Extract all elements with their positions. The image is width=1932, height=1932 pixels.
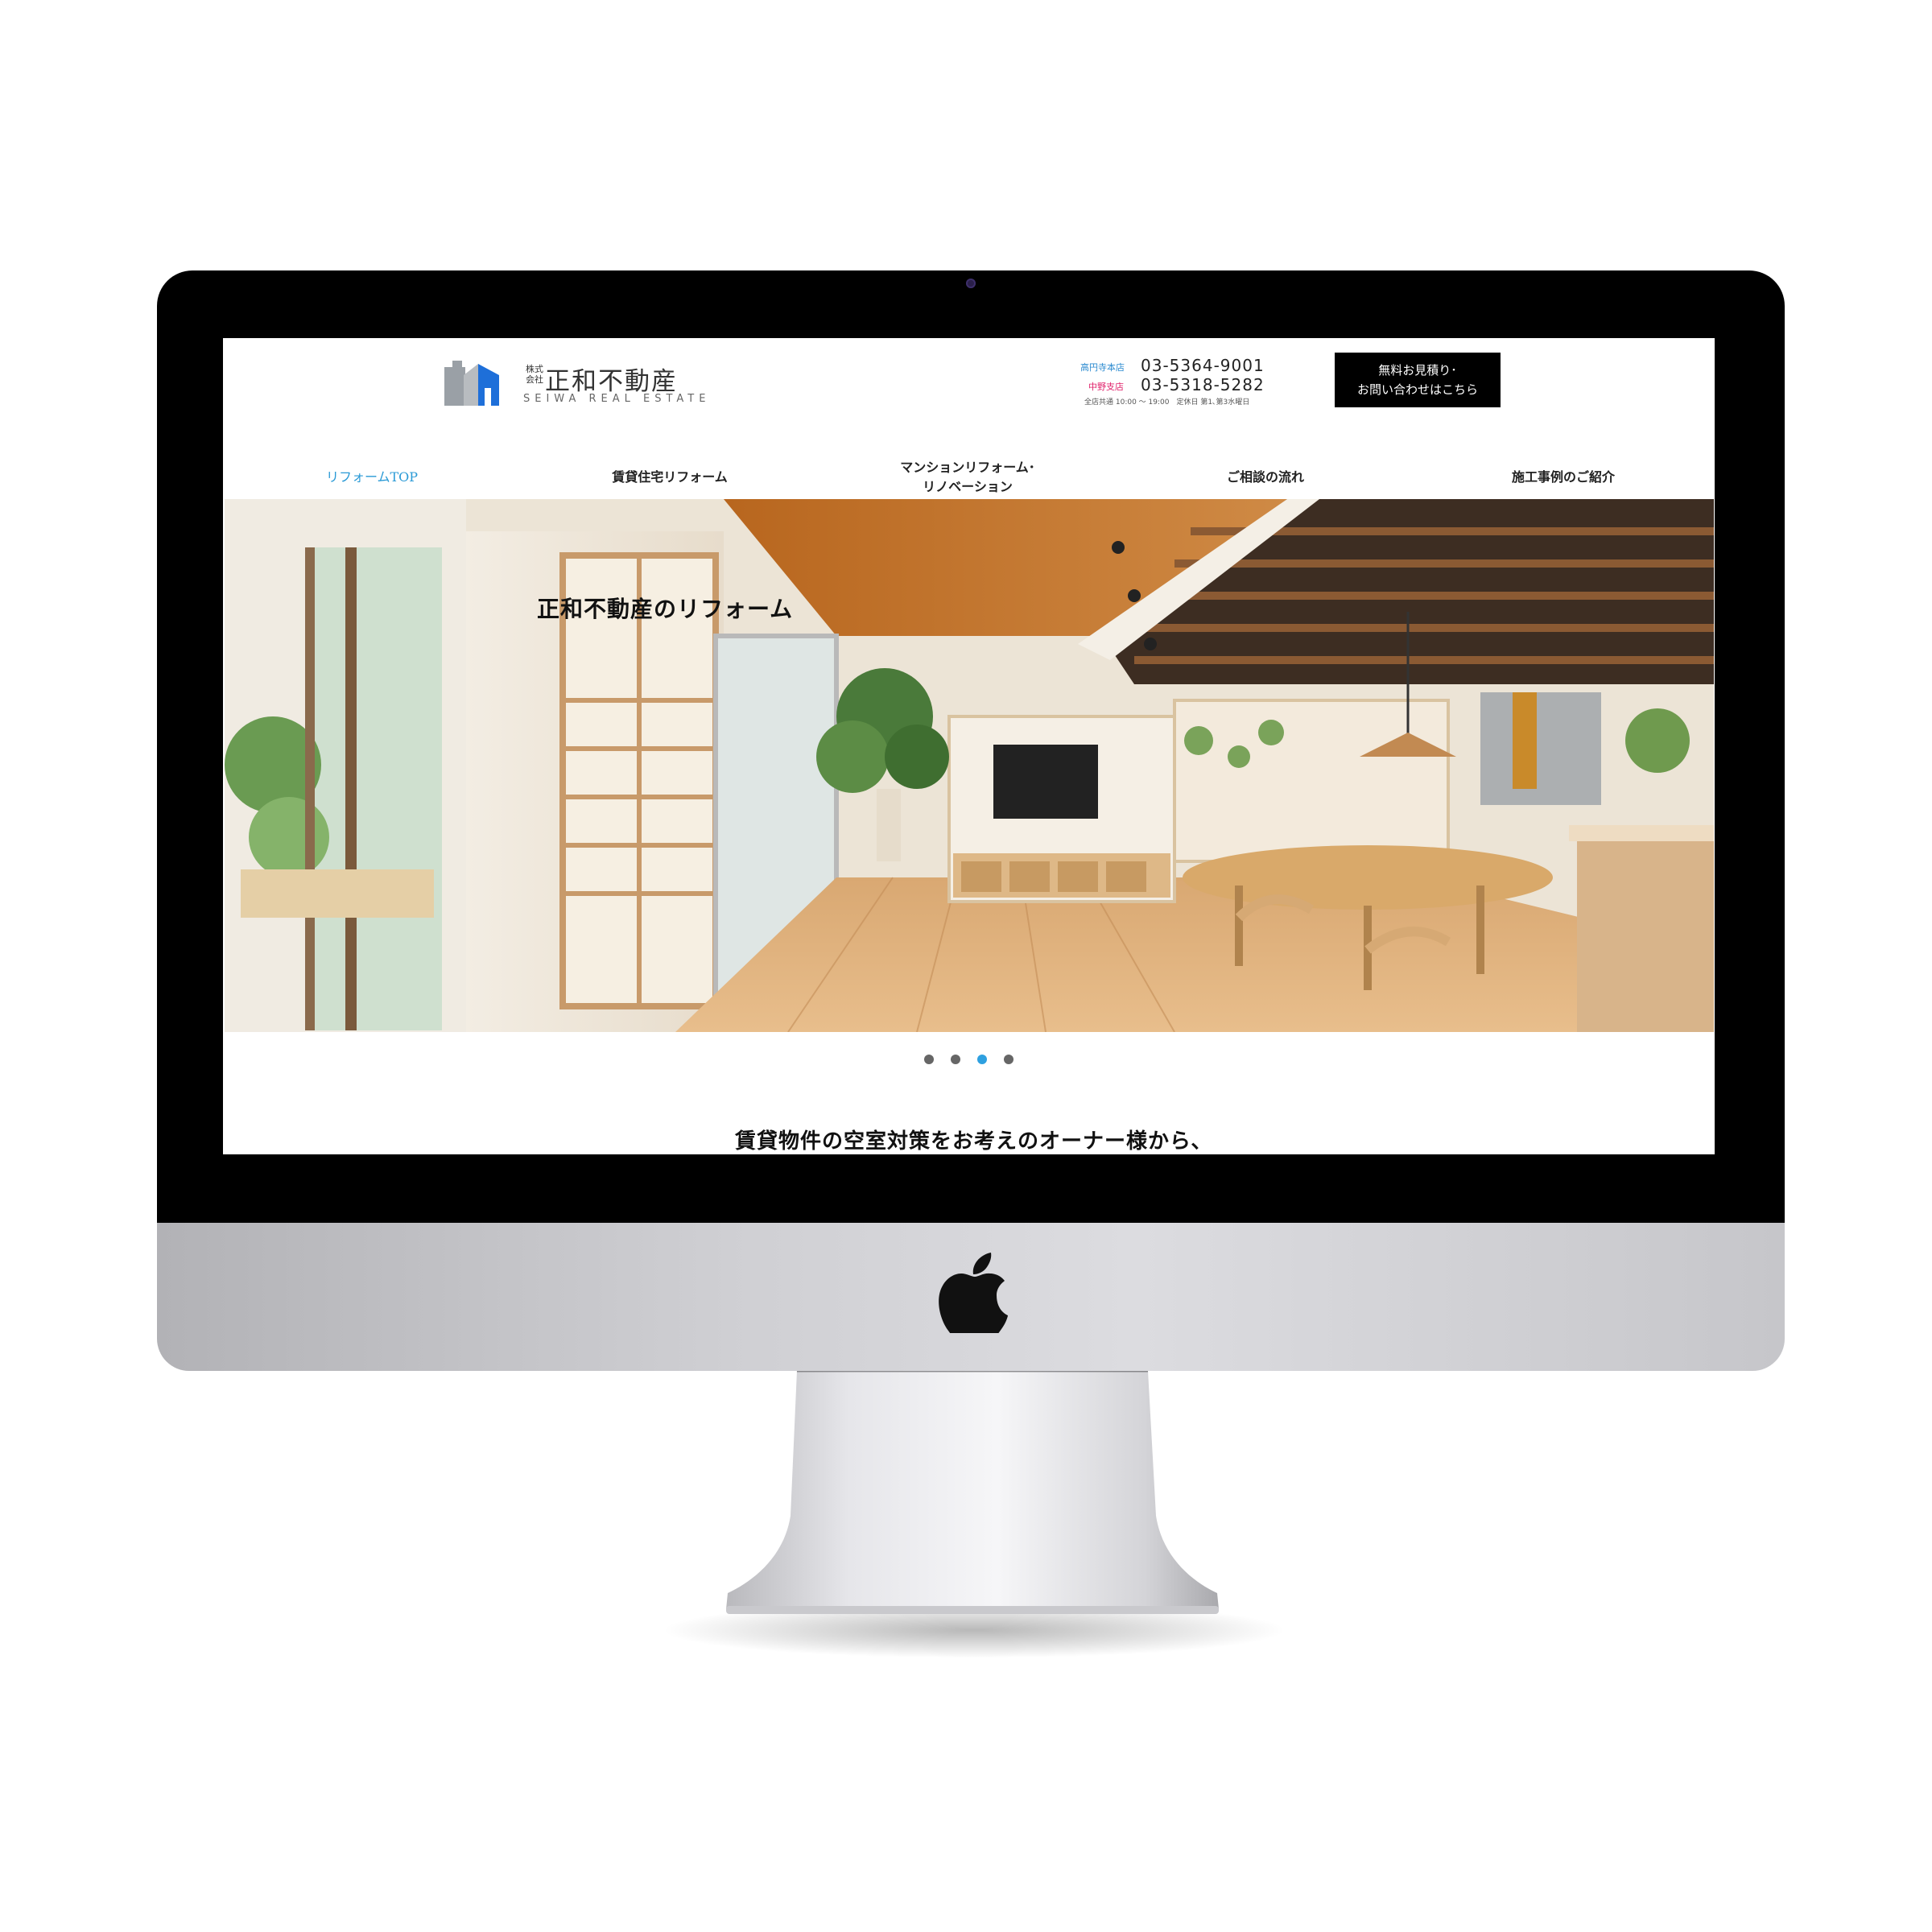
nav-label: リフォームTOP (325, 469, 419, 485)
nav-label-line2: リノベーション (923, 479, 1013, 494)
nav-label: 施工事例のご紹介 (1511, 469, 1615, 485)
nav-item-reform-top[interactable]: リフォームTOP (223, 449, 521, 506)
slider-pagination (223, 1055, 1715, 1067)
nav-item-mansion-reform[interactable]: マンションリフォーム･ リノベーション (819, 449, 1117, 506)
main-nav: リフォームTOP 賃貸住宅リフォーム マンションリフォーム･ リノベーション ご… (223, 449, 1715, 506)
branch-label: 中野支店 (1088, 382, 1124, 392)
branch-row-koenji: 高円寺本店 03-5364-9001 (1080, 356, 1265, 375)
cta-label-line1: 無料お見積り･ (1378, 363, 1457, 378)
business-hours: 全店共通 10:00 〜 19:00 定休日 第1､第3水曜日 (1084, 398, 1250, 407)
hero-title: 正和不動産のリフォーム (537, 596, 794, 622)
nav-label: ご相談の流れ (1226, 469, 1304, 485)
slider-dot[interactable] (951, 1055, 960, 1064)
contact-info: 高円寺本店 03-5364-9001 中野支店 03-5318-5282 全店共… (1080, 356, 1265, 420)
intro-heading: 賃貸物件の空室対策をお考えのオーナー様から､ (734, 1129, 1203, 1154)
nav-item-consultation-flow[interactable]: ご相談の流れ (1117, 449, 1414, 506)
house-logo-icon (444, 361, 499, 406)
nav-label: 賃貸住宅リフォーム (612, 469, 728, 485)
nav-item-rental-reform[interactable]: 賃貸住宅リフォーム (521, 449, 819, 506)
phone-number[interactable]: 03-5364-9001 (1141, 356, 1265, 375)
branch-row-nakano: 中野支店 03-5318-5282 (1080, 375, 1265, 394)
branch-label: 高円寺本店 (1080, 362, 1125, 373)
browser-screen: 株式会社 正和不動産 SEIWA REAL ESTATE 高円寺本店 03-53… (223, 338, 1715, 1154)
apple-logo-icon (939, 1253, 1008, 1333)
camera-icon (966, 279, 976, 288)
slider-dot[interactable] (924, 1055, 934, 1064)
site-header: 株式会社 正和不動産 SEIWA REAL ESTATE 高円寺本店 03-53… (223, 338, 1715, 427)
hero-interior-image (225, 499, 1714, 1032)
cta-label-line2: お問い合わせはこちら (1356, 382, 1478, 397)
slider-dot-active[interactable] (977, 1055, 987, 1064)
logo-company-name: 正和不動産 (545, 367, 678, 396)
contact-cta-button[interactable]: 無料お見積り･ お問い合わせはこちら (1335, 353, 1501, 407)
logo-english-name: SEIWA REAL ESTATE (523, 393, 711, 405)
nav-item-case-studies[interactable]: 施工事例のご紹介 (1414, 449, 1712, 506)
phone-number[interactable]: 03-5318-5282 (1141, 375, 1265, 394)
slider-dot[interactable] (1004, 1055, 1013, 1064)
hero-slider[interactable]: 正和不動産のリフォーム (225, 499, 1714, 1032)
nav-label: マンションリフォーム･ (900, 460, 1035, 475)
site-logo[interactable]: 株式会社 正和不動産 SEIWA REAL ESTATE (443, 356, 716, 412)
logo-company-type: 株式会社 (526, 364, 543, 385)
imac-stand (726, 1371, 1219, 1614)
